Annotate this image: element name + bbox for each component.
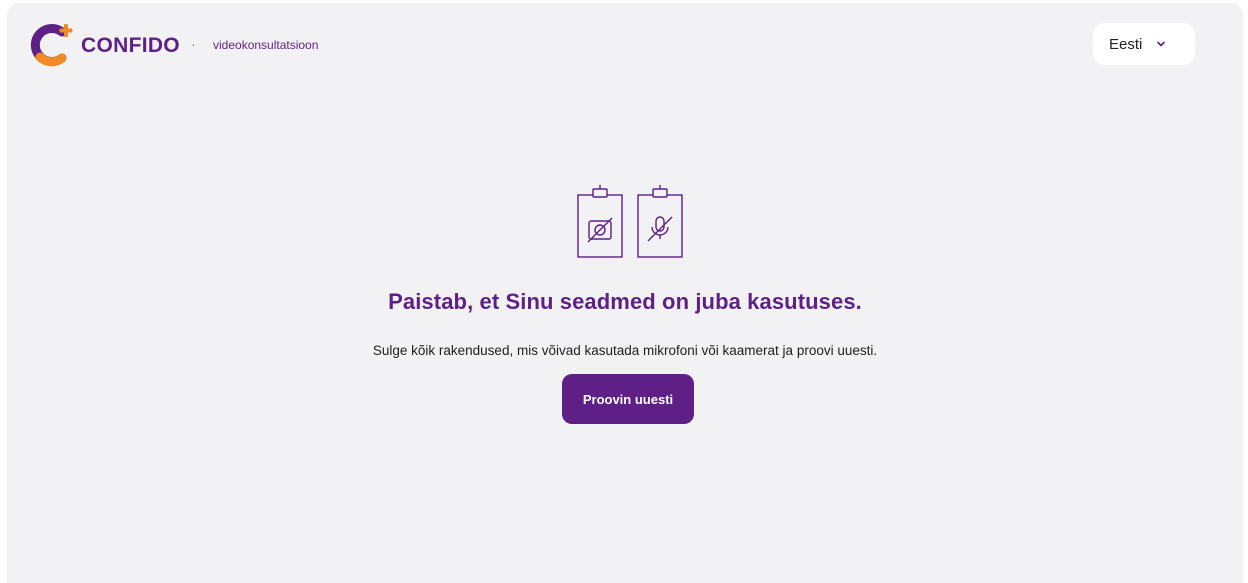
instruction-message: Sulge kõik rakendused, mis võivad kasuta… [372,343,878,358]
camera-off-clipboard-icon [577,185,623,258]
page-title: Paistab, et Sinu seadmed on juba kasutus… [388,289,862,314]
language-selected-value: Eesti [1109,35,1143,53]
brand-separator: · [191,36,196,52]
confido-logo-icon[interactable] [30,23,74,67]
chevron-down-icon [1156,39,1166,49]
brand-name: CONFIDO [81,34,180,57]
microphone-off-clipboard-icon [637,185,683,258]
retry-button[interactable]: Proovin uuesti [562,374,694,424]
header: CONFIDO · videokonsultatsioon Eesti [7,3,1243,87]
devices-in-use-illustration [575,183,685,259]
service-subtitle: videokonsultatsioon [213,38,319,52]
language-select[interactable]: Eesti [1093,23,1195,65]
app-window: CONFIDO · videokonsultatsioon Eesti Pais… [7,3,1243,583]
